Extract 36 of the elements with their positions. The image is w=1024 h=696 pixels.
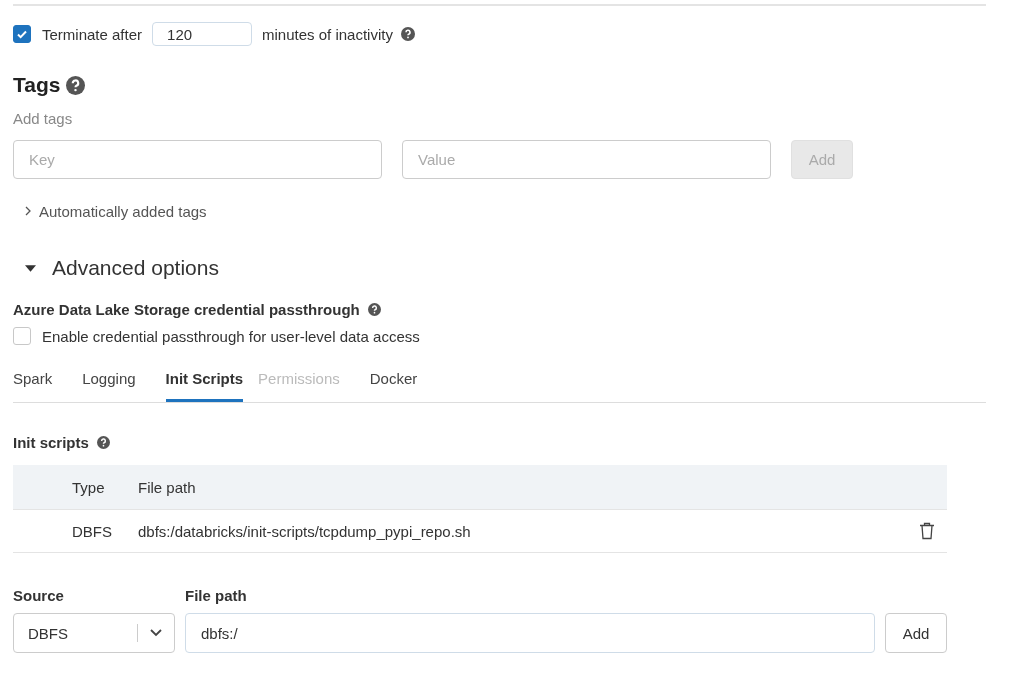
chevron-icon <box>150 629 162 637</box>
help-icon[interactable] <box>367 302 381 316</box>
tab[interactable]: Spark <box>13 369 68 402</box>
section-heading[interactable]: Advanced options <box>52 256 219 280</box>
help-icon[interactable] <box>66 75 86 95</box>
checkbox-label: Terminate after <box>42 25 143 43</box>
value-input[interactable]: Value <box>402 140 771 179</box>
tab[interactable]: Init Scripts <box>165 369 244 402</box>
file-path-input[interactable]: dbfs:/ <box>185 613 875 653</box>
subheading: Add tags <box>13 110 74 129</box>
section-heading: Tags <box>13 73 61 97</box>
column-header: Type <box>71 478 106 496</box>
add-button[interactable]: Add <box>885 613 947 653</box>
field-label: Source <box>13 586 65 604</box>
field-label: File path <box>185 586 247 604</box>
checkbox[interactable] <box>13 25 31 43</box>
help-icon[interactable] <box>400 27 415 41</box>
table-cell-text: dbfs:/databricks/init-scripts/tcpdump_pypi_repo.sh <box>138 522 472 540</box>
caret-icon[interactable] <box>25 264 36 272</box>
tab[interactable]: Docker <box>369 369 433 402</box>
minutes-input[interactable]: 120 <box>152 22 253 46</box>
check-icon <box>16 28 28 40</box>
minutes-label: minutes of inactivity <box>262 25 393 43</box>
trash-icon[interactable] <box>919 522 935 540</box>
tab[interactable]: Logging <box>82 369 151 402</box>
key-input[interactable]: Key <box>13 140 382 179</box>
table-cell-text: DBFS <box>71 522 113 540</box>
field-label: Azure Data Lake Storage credential passthrough <box>13 300 360 318</box>
checkbox[interactable] <box>13 327 31 345</box>
column-header: File path <box>138 478 197 496</box>
chevron-icon[interactable] <box>25 206 31 216</box>
source-dropdown[interactable]: DBFS <box>13 613 175 653</box>
checkbox-label: Enable credential passthrough for user-level data access <box>42 327 420 345</box>
help-icon[interactable] <box>96 435 110 449</box>
expander-link[interactable]: Automatically added tags <box>39 202 207 220</box>
field-label: Init scripts <box>13 433 89 451</box>
